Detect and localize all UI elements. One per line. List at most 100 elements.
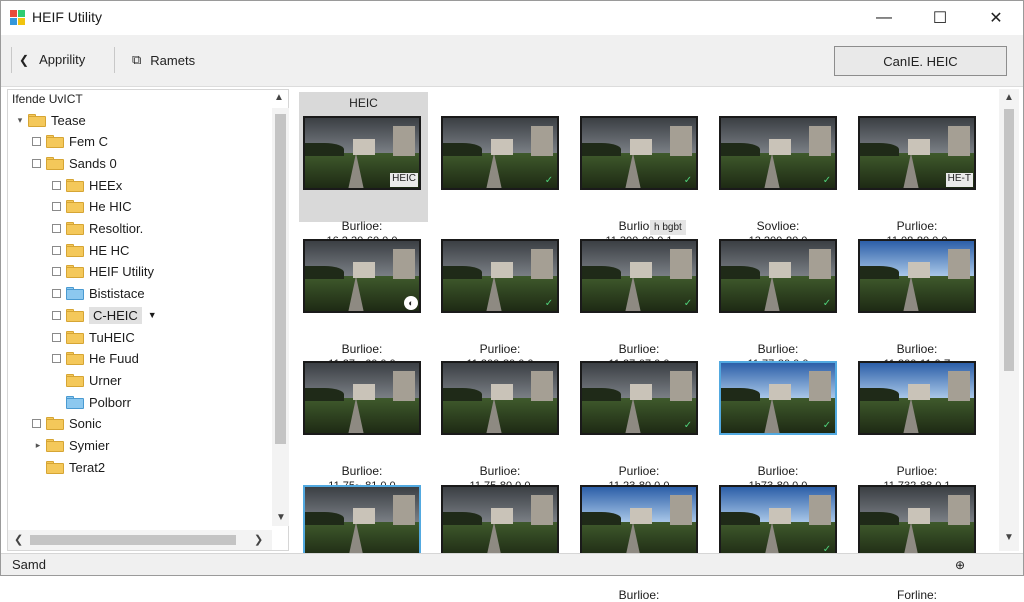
photo-thumbnail[interactable] [303, 485, 421, 559]
expand-box-icon[interactable] [52, 180, 61, 190]
folder-icon [66, 352, 84, 366]
selected-tile-label: HEIC [349, 96, 378, 110]
scrollbar-thumb[interactable] [30, 535, 236, 545]
view-button[interactable]: ⧉ Ramets [132, 52, 195, 68]
expand-box-icon[interactable] [32, 419, 41, 429]
photo-thumbnail[interactable] [858, 239, 976, 313]
status-icon: ◐ [404, 296, 418, 310]
check-icon: ✓ [822, 174, 832, 186]
chevron-down-icon[interactable]: ▾ [14, 115, 26, 126]
tree-horizontal-scrollbar[interactable]: ❮ ❯ [8, 530, 272, 550]
close-button[interactable]: ✕ [973, 1, 1019, 35]
photo-thumbnail[interactable] [858, 361, 976, 435]
expand-box-icon[interactable] [52, 310, 61, 320]
photo-thumbnail[interactable]: HE-T [858, 116, 976, 190]
tree-item[interactable]: Sonic [32, 414, 102, 434]
tree-item[interactable]: ▾ Tease [14, 110, 86, 130]
tree-item[interactable]: Sands 0 [32, 153, 117, 173]
minimize-button[interactable]: — [861, 1, 907, 35]
photo-thumbnail[interactable]: ✓ [580, 361, 698, 435]
thumbnail-caption: Burlioe: [757, 464, 799, 478]
photo-thumbnail[interactable] [580, 485, 698, 559]
photo-thumbnail[interactable]: ✓ [441, 239, 559, 313]
tree-item[interactable]: Fem C [32, 132, 108, 152]
tree-item-label: Sands 0 [69, 155, 117, 171]
photo-thumbnail[interactable]: HEIC [303, 116, 421, 190]
toolbar: ❮ Apprility ⧉ Ramets CanIE. HEIC [1, 35, 1023, 87]
thumbnail-caption: Burlioe: [618, 588, 660, 602]
tree-item[interactable]: Resoltior. [52, 219, 143, 239]
thumbnail-caption: Burlioe: [757, 342, 799, 356]
back-button-label: Apprility [39, 52, 86, 67]
expand-box-icon[interactable] [32, 137, 41, 147]
photo-thumbnail[interactable]: ✓ [580, 239, 698, 313]
folder-icon [46, 156, 64, 170]
photo-thumbnail[interactable] [441, 485, 559, 559]
expand-box-icon[interactable] [52, 354, 61, 364]
expand-box-icon[interactable] [32, 158, 41, 168]
chevron-down-icon[interactable]: ▼ [276, 512, 286, 523]
photo-thumbnail[interactable] [441, 361, 559, 435]
expand-box-icon[interactable] [52, 289, 61, 299]
thumbnail-caption: Burlioe: [341, 464, 383, 478]
folder-icon [66, 243, 84, 257]
folder-icon [28, 113, 46, 127]
tree-item-label: Urner [89, 372, 122, 388]
tree-item[interactable]: HEIF Utility [52, 262, 154, 282]
expand-box-icon[interactable] [52, 267, 61, 277]
folder-icon [66, 178, 84, 192]
thumbnail-caption: Purlioe: [896, 219, 938, 233]
tree-item[interactable]: HEEx [52, 175, 122, 195]
tree-item[interactable]: Bististace [52, 284, 145, 304]
tree-vertical-scrollbar[interactable]: ▼ [272, 108, 289, 526]
scrollbar-thumb[interactable] [1004, 109, 1014, 371]
tree-item-label: HE HC [89, 242, 130, 258]
folder-icon [46, 135, 64, 149]
photo-thumbnail[interactable]: ✓ [719, 485, 837, 559]
chevron-left-icon[interactable]: ❮ [14, 533, 23, 546]
expand-box-icon[interactable] [52, 202, 61, 212]
photo-thumbnail[interactable]: ◐ [303, 239, 421, 313]
chevron-right-icon[interactable]: ▸ [32, 440, 44, 451]
tree-item[interactable]: He HIC [52, 197, 132, 217]
tree-item[interactable]: Polborr [52, 392, 131, 412]
folder-icon [46, 439, 64, 452]
photo-thumbnail[interactable]: ✓ [441, 116, 559, 190]
chevron-right-icon[interactable]: ❯ [254, 533, 263, 546]
tree-item[interactable]: ▸ Symier [32, 436, 110, 456]
chevron-down-icon[interactable]: ▼ [1004, 532, 1014, 543]
grid-vertical-scrollbar[interactable]: ▲ ▼ [999, 89, 1019, 551]
tree-item[interactable]: Terat2 [32, 457, 105, 477]
photo-thumbnail[interactable]: ✓ [719, 239, 837, 313]
folder-icon [46, 460, 64, 474]
tree-item[interactable]: He Fuud [52, 349, 139, 369]
tree-item[interactable]: HE HC [52, 240, 129, 260]
photo-thumbnail[interactable] [858, 485, 976, 559]
chevron-up-icon[interactable]: ▲ [1004, 92, 1014, 103]
folder-icon [66, 330, 84, 344]
tree-item[interactable]: TuHEIC [52, 327, 135, 347]
thumbnail-caption: Burlioe: [341, 219, 383, 233]
scrollbar-thumb[interactable] [275, 114, 286, 444]
photo-thumbnail[interactable] [303, 361, 421, 435]
tree-header: Ifende UvICT [12, 92, 83, 106]
convert-heic-button[interactable]: CanIE. HEIC [834, 46, 1007, 76]
folder-icon [66, 373, 84, 387]
chevron-up-icon[interactable]: ▲ [274, 92, 284, 103]
toolbar-divider [114, 47, 115, 73]
tree-item-label: Polborr [89, 394, 131, 410]
tree-item[interactable]: Urner [52, 370, 122, 390]
tree-item[interactable]: C-HEIC ▼ [52, 305, 157, 325]
zoom-icon[interactable]: ⊕ [946, 556, 974, 574]
back-button[interactable]: ❮ Apprility [19, 52, 85, 67]
photo-thumbnail[interactable]: ✓ [719, 361, 837, 435]
thumbnail-caption: Purlioe: [896, 464, 938, 478]
expand-box-icon[interactable] [52, 332, 61, 342]
maximize-button[interactable]: ☐ [917, 1, 963, 35]
thumbnail-caption: Burlioe: [341, 342, 383, 356]
expand-box-icon[interactable] [52, 245, 61, 255]
photo-thumbnail[interactable]: ✓ [580, 116, 698, 190]
expand-box-icon[interactable] [52, 224, 61, 233]
photo-thumbnail[interactable]: ✓ [719, 116, 837, 190]
dropdown-arrow-icon[interactable]: ▼ [148, 310, 157, 320]
